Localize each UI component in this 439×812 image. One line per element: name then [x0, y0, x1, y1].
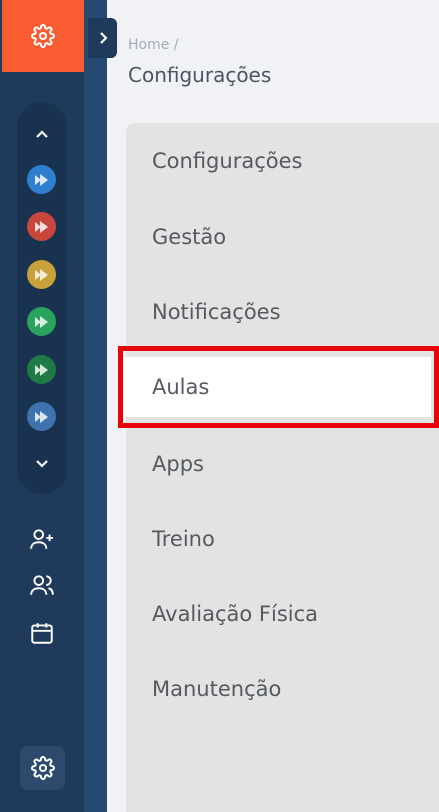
calendar-icon — [31, 623, 53, 644]
menu-item-gestao[interactable]: Gestão — [152, 207, 439, 267]
module-button[interactable] — [27, 260, 56, 289]
settings-button[interactable] — [20, 746, 65, 790]
menu-item-avaliacao-fisica[interactable]: Avaliação Física — [152, 584, 439, 644]
menu-item-apps[interactable]: Apps — [152, 434, 439, 494]
gear-icon — [31, 24, 55, 48]
calendar-button[interactable] — [26, 617, 58, 649]
add-user-button[interactable] — [26, 523, 58, 555]
gear-icon — [30, 756, 55, 780]
chevron-down-icon — [36, 460, 48, 468]
expand-sidebar-button[interactable] — [88, 18, 117, 58]
module-icon — [34, 173, 48, 186]
module-icon — [34, 363, 48, 376]
settings-menu: Configurações Gestão Notificações Aulas … — [122, 123, 439, 812]
menu-item-notificacoes[interactable]: Notificações — [152, 282, 439, 342]
module-icon — [34, 410, 48, 423]
scroll-down-button[interactable] — [17, 448, 67, 478]
highlight-box — [118, 346, 439, 428]
module-button[interactable] — [27, 355, 56, 384]
module-button[interactable] — [27, 402, 56, 431]
settings-module-button[interactable] — [2, 0, 84, 72]
module-switcher — [17, 102, 67, 494]
users-button[interactable] — [26, 569, 58, 601]
chevron-right-icon — [99, 32, 108, 44]
sidebar-edge — [84, 0, 107, 812]
chevron-up-icon — [36, 130, 48, 138]
users-icon — [30, 575, 54, 595]
page-title: Configurações — [128, 63, 272, 87]
menu-item-treino[interactable]: Treino — [152, 509, 439, 569]
module-button[interactable] — [27, 307, 56, 336]
module-icon — [34, 220, 48, 233]
module-icon — [34, 315, 48, 328]
breadcrumb[interactable]: Home / — [128, 37, 179, 53]
module-icon — [34, 268, 48, 281]
scroll-up-button[interactable] — [17, 120, 67, 150]
module-button[interactable] — [27, 165, 56, 194]
menu-item-manutencao[interactable]: Manutenção — [152, 659, 439, 719]
sidebar — [0, 0, 84, 812]
module-button[interactable] — [27, 212, 56, 241]
menu-item-configuracoes[interactable]: Configurações — [152, 131, 439, 191]
add-user-icon — [30, 529, 53, 549]
